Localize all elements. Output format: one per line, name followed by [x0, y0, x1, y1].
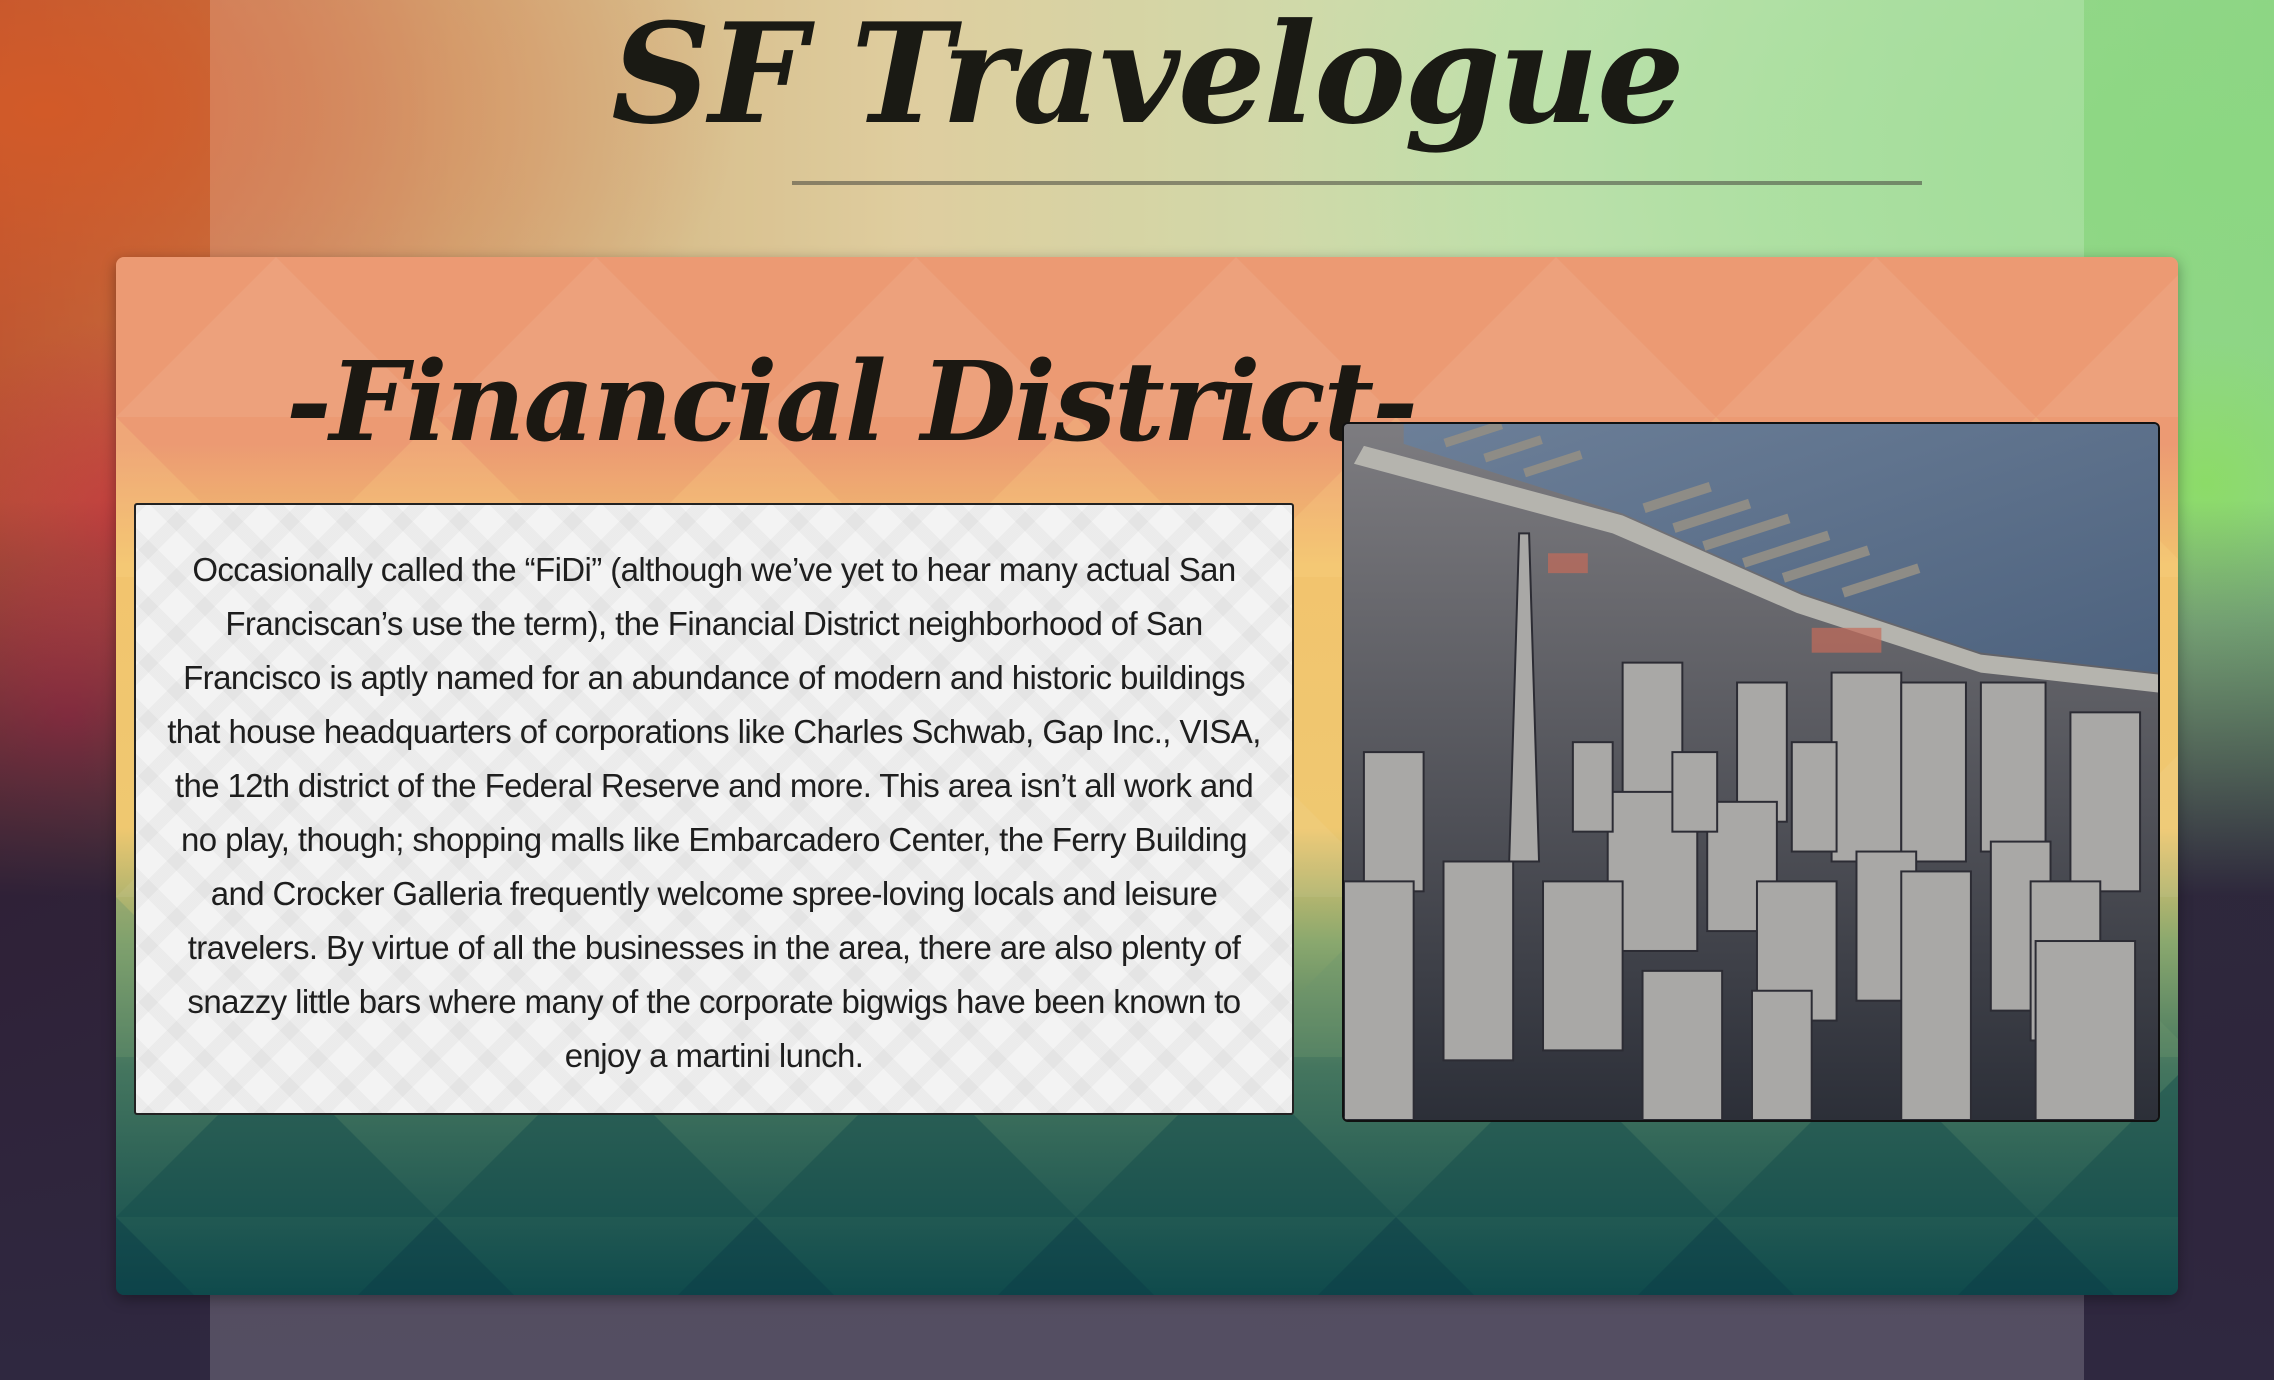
description-box: Occasionally called the “FiDi” (although…	[134, 503, 1294, 1115]
section-heading: -Financial District-	[286, 337, 1418, 466]
financial-district-photo	[1342, 422, 2160, 1122]
title-divider	[792, 181, 1922, 185]
neighborhood-card: -Financial District- Occasionally called…	[116, 257, 2178, 1295]
aerial-city-image	[1344, 424, 2158, 1120]
description-text: Occasionally called the “FiDi” (although…	[167, 551, 1261, 1074]
site-title: SF Travelogue	[611, 0, 1685, 155]
